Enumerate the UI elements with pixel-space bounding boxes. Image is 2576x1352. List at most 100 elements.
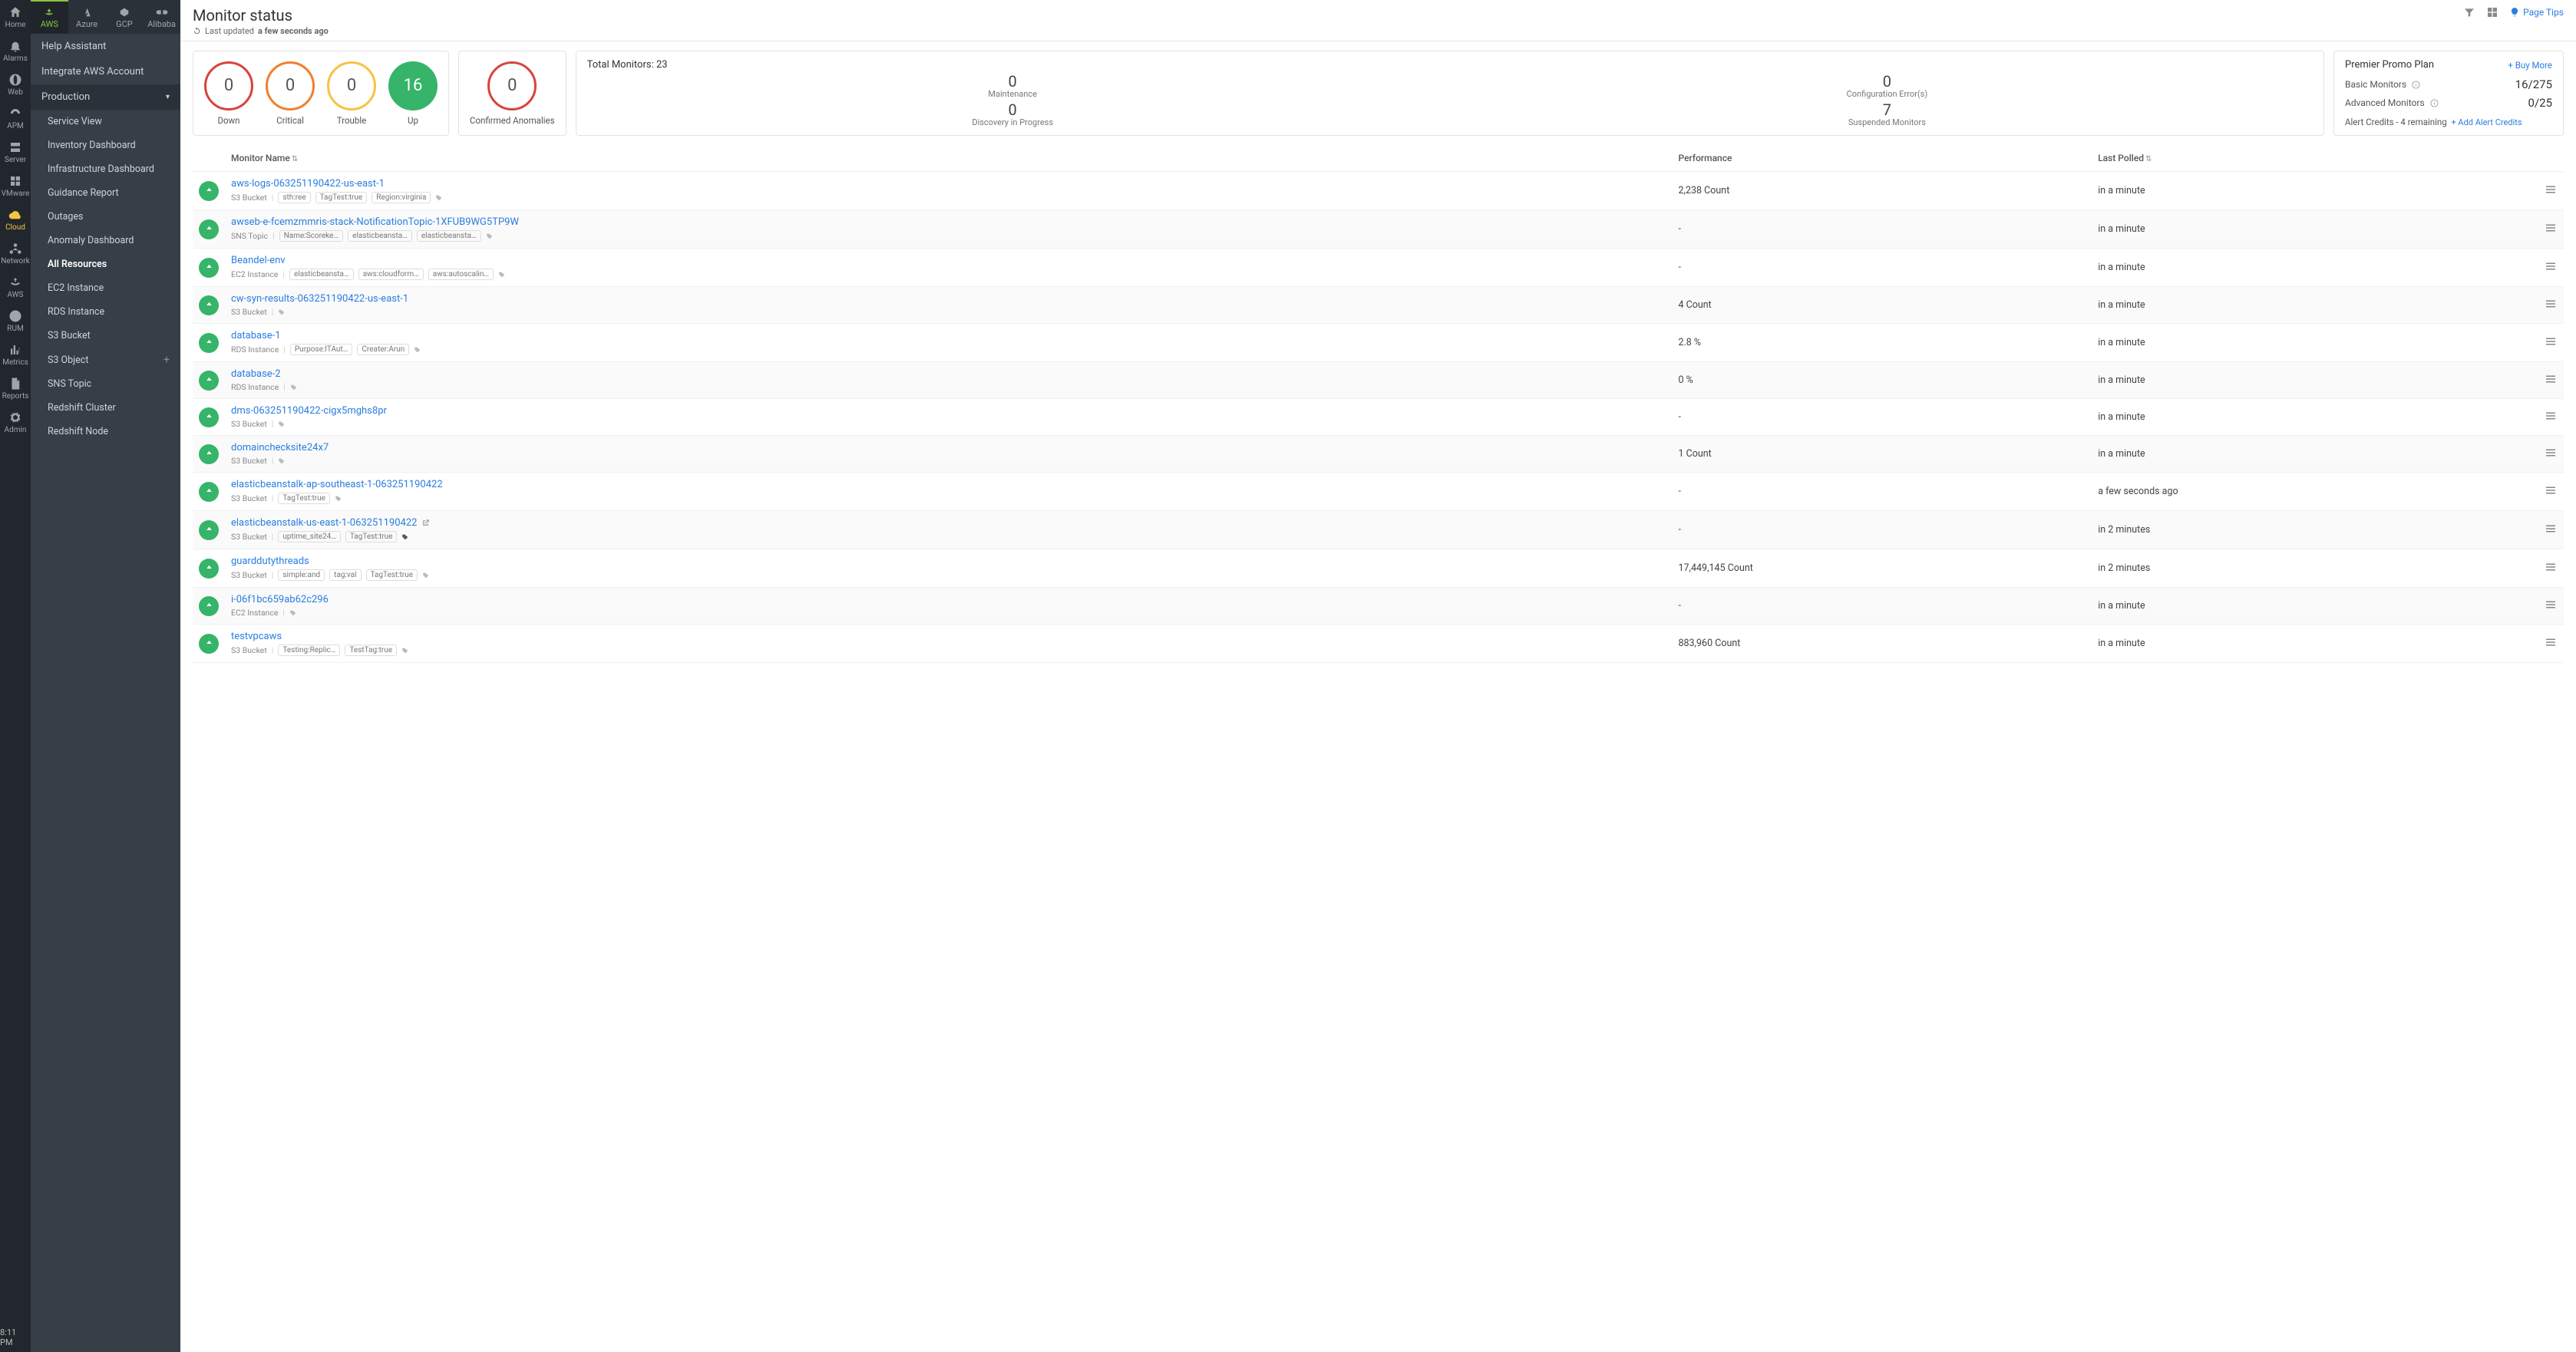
info-icon[interactable] bbox=[2412, 81, 2420, 89]
monitor-link[interactable]: Beandel-env bbox=[231, 255, 286, 266]
rail-web[interactable]: Web bbox=[0, 68, 31, 101]
ring-up[interactable]: 16 bbox=[388, 61, 438, 110]
lp-sub-s3b[interactable]: S3 Bucket bbox=[31, 324, 180, 348]
rail-network[interactable]: Network bbox=[0, 236, 31, 270]
monitor-link[interactable]: dms-063251190422-cigx5mghs8pr bbox=[231, 405, 387, 417]
monitor-link[interactable]: database-2 bbox=[231, 368, 281, 380]
monitor-link[interactable]: guarddutythreads bbox=[231, 556, 309, 567]
ring-critical[interactable]: 0 bbox=[266, 61, 315, 110]
col-last-polled[interactable]: Last Polled⇅ bbox=[2092, 145, 2538, 172]
tag-chip[interactable]: tag:val bbox=[329, 569, 361, 581]
row-menu-icon[interactable] bbox=[2544, 409, 2558, 423]
add-icon[interactable]: + bbox=[163, 354, 170, 366]
tag-chip[interactable]: aws:autoscalin… bbox=[428, 269, 494, 280]
rail-server[interactable]: Server bbox=[0, 135, 31, 169]
tag-chip[interactable]: simple:and bbox=[278, 569, 325, 581]
cloudtab-alibaba[interactable]: Alibaba bbox=[143, 0, 180, 34]
lp-sub-svc[interactable]: Service View bbox=[31, 110, 180, 134]
totals-maintenance[interactable]: 0Maintenance bbox=[587, 74, 1438, 99]
tag-chip[interactable]: uptime_site24… bbox=[278, 531, 341, 542]
rail-cloud[interactable]: Cloud bbox=[0, 203, 31, 236]
grid-icon[interactable] bbox=[2486, 6, 2498, 18]
anomaly-ring[interactable]: 0 bbox=[487, 61, 537, 110]
lp-sub-anom[interactable]: Anomaly Dashboard bbox=[31, 229, 180, 252]
lp-sub-s3o[interactable]: S3 Object+ bbox=[31, 348, 180, 372]
row-menu-icon[interactable] bbox=[2544, 183, 2558, 196]
ring-trouble[interactable]: 0 bbox=[327, 61, 376, 110]
totals-suspended-monitors[interactable]: 7Suspended Monitors bbox=[1461, 102, 2313, 127]
row-menu-icon[interactable] bbox=[2544, 259, 2558, 273]
row-menu-icon[interactable] bbox=[2544, 483, 2558, 497]
lp-sub-guide[interactable]: Guidance Report bbox=[31, 181, 180, 205]
tag-chip[interactable]: TagTest:true bbox=[278, 493, 330, 504]
rail-rum[interactable]: RUM bbox=[0, 304, 31, 338]
cloudtab-gcp[interactable]: GCP bbox=[106, 0, 144, 34]
rail-metrics[interactable]: Metrics bbox=[0, 338, 31, 371]
lp-sub-inv[interactable]: Inventory Dashboard bbox=[31, 134, 180, 157]
filter-icon[interactable] bbox=[2463, 6, 2475, 18]
tag-chip[interactable]: elasticbeansta… bbox=[348, 230, 412, 242]
monitor-link[interactable]: testvpcaws bbox=[231, 631, 282, 642]
lp-sub-rsc[interactable]: Redshift Cluster bbox=[31, 396, 180, 420]
rail-alarms[interactable]: Alarms bbox=[0, 34, 31, 68]
tag-chip[interactable]: elasticbeansta… bbox=[289, 269, 354, 280]
rail-vmware[interactable]: VMware bbox=[0, 169, 31, 203]
monitor-link[interactable]: cw-syn-results-063251190422-us-east-1 bbox=[231, 293, 408, 305]
lp-sub-out[interactable]: Outages bbox=[31, 205, 180, 229]
rail-aws[interactable]: AWS bbox=[0, 270, 31, 304]
row-menu-icon[interactable] bbox=[2544, 560, 2558, 574]
monitor-link[interactable]: i-06f1bc659ab62c296 bbox=[231, 594, 329, 605]
row-menu-icon[interactable] bbox=[2544, 297, 2558, 311]
monitor-link[interactable]: elasticbeanstalk-us-east-1-063251190422 bbox=[231, 517, 430, 529]
row-menu-icon[interactable] bbox=[2544, 598, 2558, 612]
buy-more-link[interactable]: + Buy More bbox=[2508, 60, 2552, 71]
page-tips-link[interactable]: Page Tips bbox=[2509, 7, 2564, 18]
totals-discovery-in-progress[interactable]: 0Discovery in Progress bbox=[587, 102, 1438, 127]
row-menu-icon[interactable] bbox=[2544, 446, 2558, 460]
lp-sub-ec2[interactable]: EC2 Instance bbox=[31, 276, 180, 300]
col-performance[interactable]: Performance bbox=[1672, 145, 2092, 172]
lp-sub-sns[interactable]: SNS Topic bbox=[31, 372, 180, 396]
lp-section-production[interactable]: Production▾ bbox=[31, 84, 180, 110]
monitor-link[interactable]: domainchecksite24x7 bbox=[231, 442, 329, 453]
lp-sub-rsn[interactable]: Redshift Node bbox=[31, 420, 180, 444]
tag-chip[interactable]: Region:virginia bbox=[372, 192, 431, 203]
lp-integrate[interactable]: Integrate AWS Account bbox=[31, 59, 180, 84]
tag-chip[interactable]: TagTest:true bbox=[315, 192, 368, 203]
cloudtab-azure[interactable]: Azure bbox=[68, 0, 106, 34]
tag-chip[interactable]: TagTest:true bbox=[366, 569, 418, 581]
ring-down[interactable]: 0 bbox=[204, 61, 253, 110]
row-menu-icon[interactable] bbox=[2544, 221, 2558, 235]
rail-home[interactable]: Home bbox=[0, 0, 31, 34]
info-icon[interactable] bbox=[2430, 99, 2439, 107]
monitor-link[interactable]: database-1 bbox=[231, 330, 281, 341]
tag-chip[interactable]: aws:cloudform… bbox=[358, 269, 424, 280]
lp-sub-infra[interactable]: Infrastructure Dashboard bbox=[31, 157, 180, 181]
lp-help[interactable]: Help Assistant bbox=[31, 34, 180, 59]
lp-sub-rds[interactable]: RDS Instance bbox=[31, 300, 180, 324]
last-updated[interactable]: Last updated a few seconds ago bbox=[193, 26, 329, 36]
rail-admin[interactable]: Admin bbox=[0, 405, 31, 439]
row-menu-icon[interactable] bbox=[2544, 522, 2558, 536]
tag-chip[interactable]: TagTest:true bbox=[345, 531, 398, 542]
tag-chip[interactable]: Testing:Replic… bbox=[278, 645, 340, 656]
tag-chip[interactable]: TestTag:true bbox=[345, 645, 397, 656]
col-monitor-name[interactable]: Monitor Name⇅ bbox=[225, 145, 1672, 172]
lp-sub-all[interactable]: All Resources bbox=[31, 252, 180, 276]
totals-configuration-error-s-[interactable]: 0Configuration Error(s) bbox=[1461, 74, 2313, 99]
row-menu-icon[interactable] bbox=[2544, 372, 2558, 386]
cloudtab-aws[interactable]: AWS bbox=[31, 0, 68, 34]
monitor-link[interactable]: elasticbeanstalk-ap-southeast-1-06325119… bbox=[231, 479, 443, 490]
rail-apm[interactable]: APM bbox=[0, 101, 31, 135]
add-alert-credits-link[interactable]: + Add Alert Credits bbox=[2451, 117, 2522, 127]
monitor-link[interactable]: aws-logs-063251190422-us-east-1 bbox=[231, 178, 385, 190]
tag-chip[interactable]: Purpose:ITAut… bbox=[290, 344, 353, 355]
monitor-link[interactable]: awseb-e-fcemzmmris-stack-NotificationTop… bbox=[231, 216, 519, 228]
tag-chip[interactable]: elasticbeansta… bbox=[417, 230, 481, 242]
tag-chip[interactable]: sth:ree bbox=[278, 192, 310, 203]
rail-reports[interactable]: Reports bbox=[0, 371, 31, 405]
tag-chip[interactable]: Creater:Arun bbox=[357, 344, 409, 355]
tag-chip[interactable]: Name:Scoreke… bbox=[279, 230, 344, 242]
row-menu-icon[interactable] bbox=[2544, 635, 2558, 649]
row-menu-icon[interactable] bbox=[2544, 335, 2558, 348]
